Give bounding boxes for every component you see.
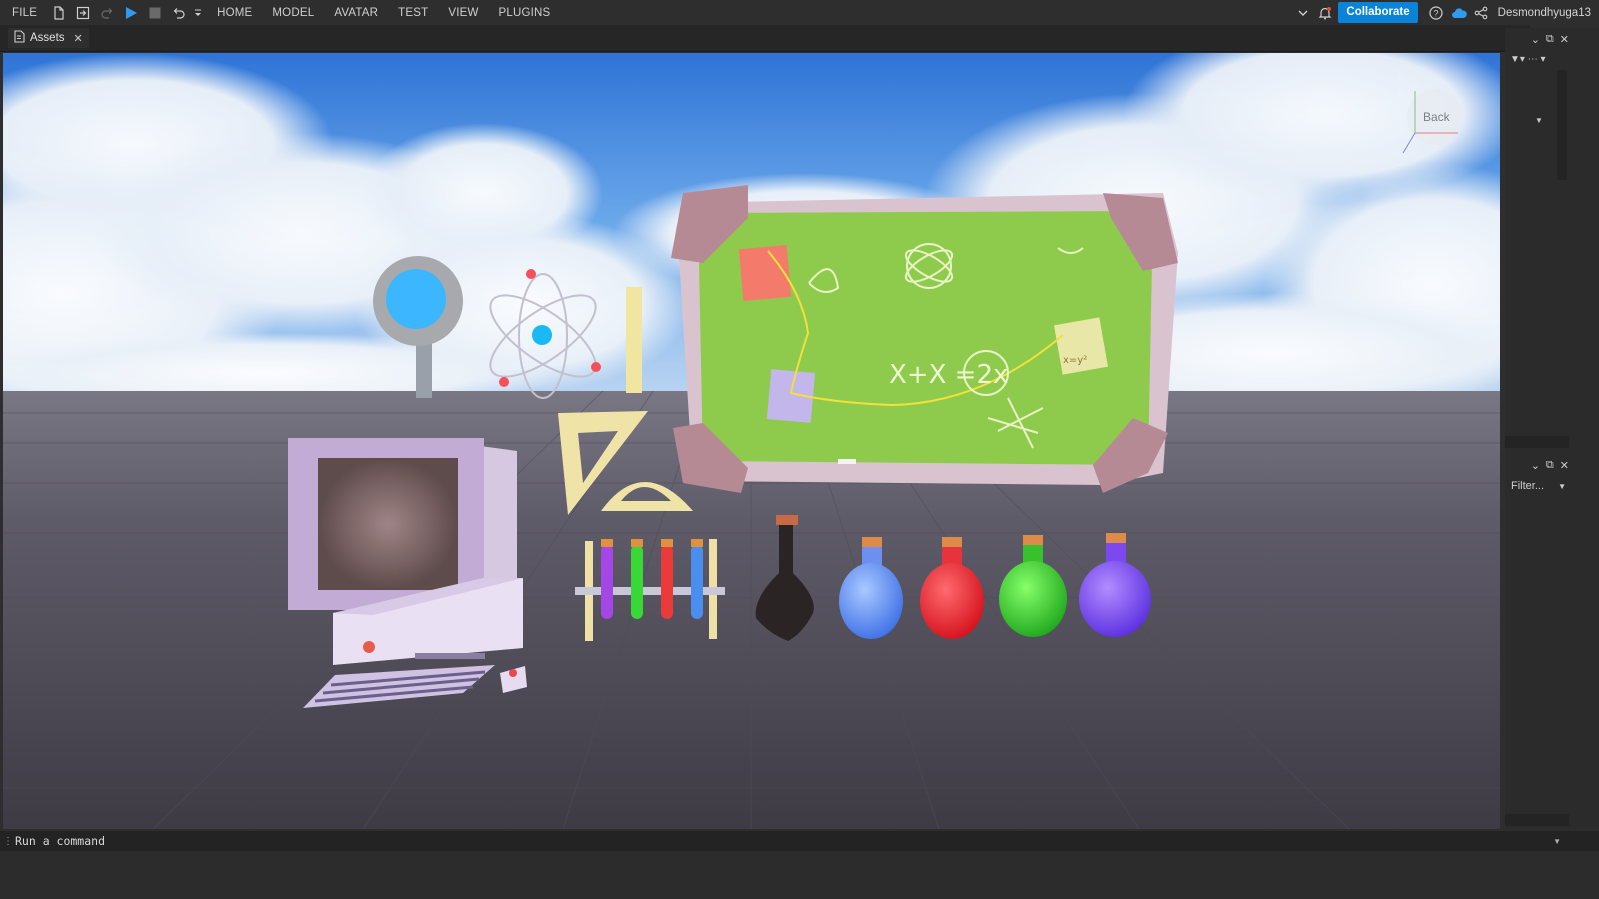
- 3d-viewport[interactable]: X+X =2x x=y² Back: [3, 53, 1500, 829]
- svg-text:x=y²: x=y²: [1063, 355, 1087, 366]
- play-icon[interactable]: [119, 0, 143, 25]
- script-document-icon: [14, 30, 25, 46]
- panel-float-icon[interactable]: ⧉: [1546, 33, 1554, 46]
- notification-bell-icon[interactable]: [1316, 6, 1334, 20]
- panel-close-icon[interactable]: ✕: [1560, 459, 1569, 472]
- properties-filter-input[interactable]: Filter... ▼: [1505, 476, 1569, 496]
- explorer-scrollbar[interactable]: [1557, 70, 1567, 180]
- view-cube-back-label[interactable]: Back: [1423, 110, 1450, 124]
- username-label[interactable]: Desmondhyuga13: [1494, 7, 1591, 19]
- explorer-hscrollbar[interactable]: [1505, 436, 1569, 448]
- panel-collapse-icon[interactable]: ⌄: [1531, 459, 1540, 472]
- ruler: [626, 287, 642, 393]
- properties-panel-header: ⌄ ⧉ ✕: [1505, 454, 1569, 476]
- quick-access-dropdown-icon[interactable]: [191, 0, 205, 25]
- menu-plugins[interactable]: PLUGINS: [489, 7, 561, 19]
- document-tab-bar: Assets ✕: [0, 25, 1530, 52]
- tab-assets[interactable]: Assets ✕: [8, 28, 89, 48]
- menu-model[interactable]: MODEL: [262, 7, 324, 19]
- right-dock-panel: ⌄ ⧉ ✕ ▼▾ ⋯ ▾ ▼ ⌄ ⧉ ✕ Filter... ▼: [1505, 28, 1599, 829]
- collaborate-button[interactable]: Collaborate: [1338, 2, 1418, 23]
- publish-icon[interactable]: [71, 0, 95, 25]
- menu-view[interactable]: VIEW: [438, 7, 488, 19]
- top-menu-bar: FILE HOME MODEL AVATAR TEST VIEW PLUGINS…: [0, 0, 1599, 25]
- scene-render: X+X =2x x=y²: [3, 53, 1500, 829]
- cloud-icon[interactable]: [1450, 7, 1468, 19]
- menu-avatar[interactable]: AVATAR: [324, 7, 388, 19]
- svg-text:?: ?: [1433, 8, 1438, 18]
- menu-test[interactable]: TEST: [388, 7, 438, 19]
- sticky-note-yellow: [1054, 317, 1108, 375]
- panel-collapse-icon[interactable]: ⌄: [1531, 33, 1540, 46]
- close-tab-icon[interactable]: ✕: [74, 32, 83, 45]
- stop-icon[interactable]: [143, 0, 167, 25]
- chevron-down-icon[interactable]: ▼: [1553, 837, 1561, 846]
- toolbar-right: Collaborate ? Desmondhyuga13: [1294, 0, 1591, 25]
- chalkboard: X+X =2x x=y²: [671, 185, 1178, 493]
- panel-close-icon[interactable]: ✕: [1560, 33, 1569, 46]
- explorer-panel-header: ⌄ ⧉ ✕: [1505, 28, 1569, 50]
- command-input[interactable]: Run a command: [15, 834, 105, 848]
- filter-dropdown-icon[interactable]: ▼▾ ⋯ ▾: [1510, 54, 1546, 65]
- undo-icon[interactable]: [167, 0, 191, 25]
- drag-handle-icon[interactable]: ⋮: [3, 836, 13, 847]
- expand-ribbon-icon[interactable]: [1294, 9, 1312, 17]
- chevron-down-icon: ▼: [1558, 481, 1566, 491]
- menu-file[interactable]: FILE: [0, 7, 47, 19]
- tree-expand-icon[interactable]: ▼: [1535, 116, 1543, 125]
- command-bar[interactable]: ⋮ Run a command ▼: [0, 831, 1599, 851]
- properties-hscrollbar[interactable]: [1505, 814, 1569, 826]
- menu-home[interactable]: HOME: [205, 7, 262, 19]
- svg-text:X+X =2x: X+X =2x: [889, 360, 1008, 390]
- status-area: [0, 851, 1599, 899]
- tab-label: Assets: [30, 32, 65, 44]
- new-file-icon[interactable]: [47, 0, 71, 25]
- share-icon[interactable]: [1472, 6, 1490, 20]
- redo-icon[interactable]: [95, 0, 119, 25]
- help-icon[interactable]: ?: [1426, 5, 1446, 20]
- panel-float-icon[interactable]: ⧉: [1546, 459, 1554, 472]
